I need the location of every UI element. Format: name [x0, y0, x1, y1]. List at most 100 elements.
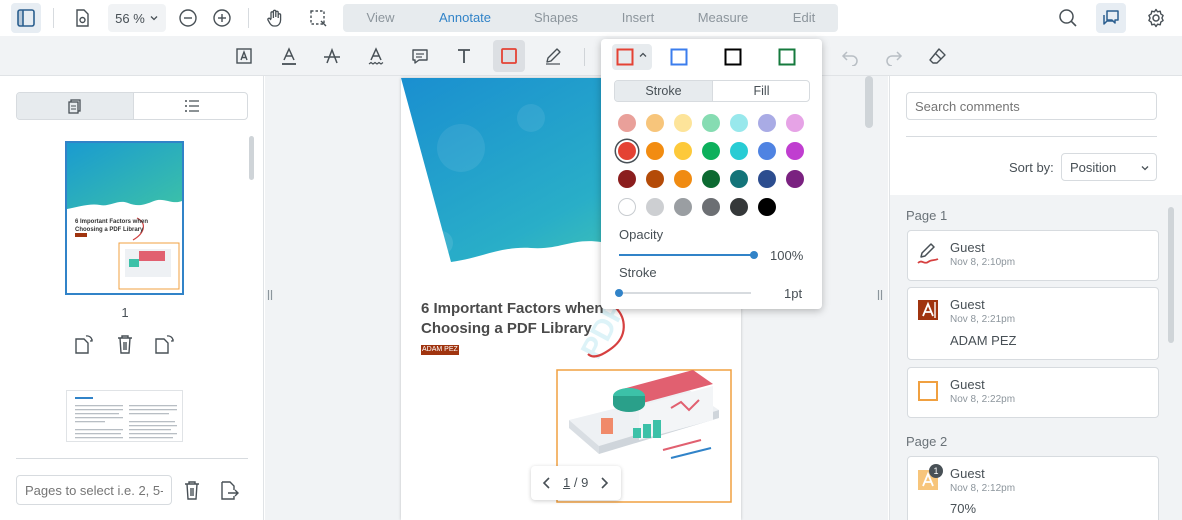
rotate-left-button[interactable]	[72, 333, 94, 355]
color-swatch[interactable]	[758, 170, 776, 188]
note-date: Nov 8, 2:22pm	[950, 394, 1016, 405]
total-pages: / 9	[573, 475, 589, 490]
ribbon-measure[interactable]: Measure	[680, 4, 766, 32]
current-page-input[interactable]: 1	[563, 475, 570, 490]
color-swatch[interactable]	[646, 170, 664, 188]
color-swatch[interactable]	[730, 142, 748, 160]
zoom-in-button[interactable]	[207, 3, 237, 33]
delete-selected-pages-button[interactable]	[181, 479, 203, 501]
search-comments-input[interactable]	[906, 92, 1157, 120]
note-card[interactable]: Guest Nov 8, 2:22pm	[907, 367, 1159, 418]
note-content: ADAM PEZ	[950, 333, 1017, 348]
opacity-slider-handle[interactable]	[750, 251, 758, 259]
color-swatch[interactable]	[674, 170, 692, 188]
next-page-button[interactable]	[596, 475, 612, 491]
page-select-input[interactable]	[16, 475, 172, 505]
undo-icon	[841, 51, 858, 66]
color-swatch[interactable]	[758, 142, 776, 160]
color-swatch[interactable]	[702, 142, 720, 160]
settings-button[interactable]	[1141, 3, 1171, 33]
right-panel-resize-handle[interactable]	[877, 289, 883, 301]
select-tool-button[interactable]	[303, 3, 333, 33]
squiggly-tool[interactable]	[360, 40, 392, 72]
color-swatch[interactable]	[786, 114, 804, 132]
comment-tool[interactable]	[404, 40, 436, 72]
left-panel-resize-handle[interactable]	[267, 289, 273, 301]
rotate-right-icon	[155, 335, 174, 354]
color-swatch[interactable]	[758, 114, 776, 132]
zoom-dropdown[interactable]: 56 %	[108, 4, 166, 32]
color-swatch[interactable]	[674, 114, 692, 132]
rectangle-icon	[501, 48, 517, 64]
color-swatch[interactable]	[674, 198, 692, 216]
text-tool[interactable]	[448, 40, 480, 72]
color-swatch[interactable]	[758, 198, 776, 216]
free-text-tool[interactable]	[228, 40, 260, 72]
color-swatch[interactable]	[730, 114, 748, 132]
pan-tool-button[interactable]	[260, 3, 290, 33]
note-card[interactable]: Guest Nov 8, 2:10pm	[907, 230, 1159, 281]
color-swatch[interactable]	[702, 198, 720, 216]
note-author: Guest	[950, 466, 985, 481]
zoom-out-button[interactable]	[173, 3, 203, 33]
chevron-left-icon	[542, 477, 550, 489]
delete-page-button[interactable]	[114, 333, 136, 355]
left-panel-scrollbar[interactable]	[249, 136, 254, 180]
page-thumbnail-2[interactable]	[66, 390, 183, 442]
color-swatch[interactable]	[730, 170, 748, 188]
list-icon	[185, 100, 199, 112]
chevron-down-icon	[1141, 166, 1149, 171]
ribbon-shapes[interactable]: Shapes	[513, 4, 599, 32]
stroke-slider-track[interactable]	[615, 289, 751, 297]
note-content: 70%	[950, 501, 977, 516]
search-button[interactable]	[1053, 3, 1083, 33]
stroke-slider-handle[interactable]	[615, 289, 623, 297]
ribbon-view[interactable]: View	[343, 4, 418, 32]
notes-scrollbar[interactable]	[1168, 207, 1174, 343]
view-controls-button[interactable]	[67, 3, 97, 33]
color-swatch[interactable]	[618, 142, 636, 160]
color-swatch[interactable]	[730, 198, 748, 216]
ribbon-insert[interactable]: Insert	[598, 4, 678, 32]
sort-dropdown[interactable]: Position	[1061, 153, 1157, 181]
note-card[interactable]: Guest Nov 8, 2:21pm ADAM PEZ	[907, 287, 1159, 360]
color-swatch[interactable]	[786, 170, 804, 188]
thumbnails-icon	[68, 99, 81, 114]
color-swatch[interactable]	[618, 114, 636, 132]
color-swatch[interactable]	[702, 170, 720, 188]
author-highlight-annotation[interactable]: ADAM PEZ	[421, 345, 459, 355]
color-swatch[interactable]	[646, 114, 664, 132]
document-scrollbar[interactable]	[865, 76, 873, 128]
marquee-select-icon	[310, 10, 327, 27]
ribbon-annotate[interactable]: Annotate	[421, 4, 509, 32]
page-thumbnail-1[interactable]: 6 Important Factors when Choosing a PDF …	[65, 141, 184, 295]
opacity-slider-track[interactable]	[619, 251, 758, 259]
thumbnails-tab[interactable]	[17, 93, 133, 119]
opacity-slider-fill	[619, 254, 754, 256]
ribbon-edit[interactable]: Edit	[771, 4, 837, 32]
note-card[interactable]: 1 Guest Nov 8, 2:12pm 70%	[907, 456, 1159, 520]
color-swatch[interactable]	[674, 142, 692, 160]
underline-tool[interactable]	[273, 40, 305, 72]
rotate-right-button[interactable]	[154, 333, 176, 355]
color-swatch[interactable]	[786, 142, 804, 160]
toggle-left-panel-button[interactable]	[11, 3, 41, 33]
eraser-tool[interactable]	[922, 40, 954, 72]
rectangle-tool[interactable]	[493, 40, 525, 72]
outlines-tab[interactable]	[134, 93, 247, 119]
color-swatch[interactable]	[618, 198, 636, 216]
undo-button[interactable]	[834, 40, 866, 72]
color-swatch[interactable]	[646, 142, 664, 160]
rectangle-icon	[918, 381, 938, 401]
pen-icon	[546, 48, 561, 65]
freehand-tool[interactable]	[537, 40, 569, 72]
notes-list: Page 1 Guest Nov 8, 2:10pm Guest Nov 8, …	[890, 195, 1182, 520]
strikeout-tool[interactable]	[316, 40, 348, 72]
color-swatch[interactable]	[618, 170, 636, 188]
comments-panel-button[interactable]	[1096, 3, 1126, 33]
color-swatch[interactable]	[646, 198, 664, 216]
previous-page-button[interactable]	[539, 475, 555, 491]
redo-button[interactable]	[878, 40, 910, 72]
color-swatch[interactable]	[702, 114, 720, 132]
extract-pages-button[interactable]	[218, 479, 240, 501]
